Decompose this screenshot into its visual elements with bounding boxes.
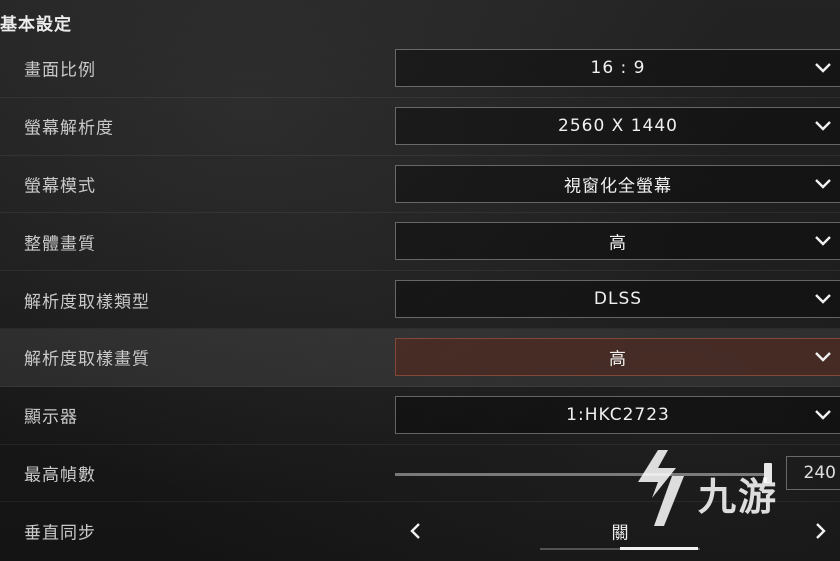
overall-quality-dropdown[interactable]: 高 [395, 222, 840, 261]
vsync-value: 關 [611, 523, 629, 544]
chevron-left-icon[interactable] [408, 522, 422, 540]
settings-list: 畫面比例 16 : 9 螢幕解析度 2560 X 1440 螢幕模式 視窗化全螢… [0, 40, 840, 560]
setting-label: 解析度取樣類型 [24, 292, 150, 313]
dropdown-value: 高 [609, 349, 627, 370]
dropdown-value: 2560 X 1440 [558, 115, 678, 136]
monitor-dropdown[interactable]: 1:HKC2723 [395, 395, 840, 434]
setting-label: 最高幀數 [24, 465, 96, 486]
chevron-right-icon[interactable] [814, 522, 828, 540]
setting-label: 顯示器 [24, 407, 78, 428]
setting-label: 垂直同步 [24, 523, 96, 544]
setting-row-display-mode: 螢幕模式 視窗化全螢幕 [0, 156, 840, 214]
chevron-down-icon [815, 236, 831, 247]
setting-row-resolution: 螢幕解析度 2560 X 1440 [0, 98, 840, 156]
setting-label: 螢幕解析度 [24, 118, 114, 139]
chevron-down-icon [815, 294, 831, 304]
setting-row-vsync: 垂直同步 關 [0, 502, 840, 560]
dropdown-value: 16 : 9 [590, 58, 646, 78]
chevron-down-icon [815, 409, 831, 420]
setting-row-aspect-ratio: 畫面比例 16 : 9 [0, 40, 840, 98]
max-fps-slider-handle[interactable] [764, 462, 772, 483]
chevron-down-icon [815, 352, 831, 362]
upscaling-quality-dropdown[interactable]: 高 [395, 337, 840, 376]
setting-label: 解析度取樣畫質 [24, 349, 150, 370]
resolution-dropdown[interactable]: 2560 X 1440 [395, 106, 840, 145]
aspect-ratio-dropdown[interactable]: 16 : 9 [395, 49, 840, 87]
setting-label: 畫面比例 [24, 60, 96, 81]
setting-row-monitor: 顯示器 1:HKC2723 [0, 387, 840, 445]
setting-label: 整體畫質 [24, 234, 96, 255]
chevron-down-icon [815, 63, 831, 73]
display-mode-dropdown[interactable]: 視窗化全螢幕 [395, 164, 840, 203]
dropdown-value: 高 [609, 233, 627, 254]
max-fps-slider-track[interactable] [395, 472, 770, 476]
chevron-down-icon [815, 120, 831, 131]
dropdown-value: DLSS [593, 289, 643, 310]
setting-row-upscaling-type: 解析度取樣類型 DLSS [0, 271, 840, 329]
section-title: 基本設定 [0, 15, 72, 35]
setting-row-overall-quality: 整體畫質 高 [0, 213, 840, 272]
setting-label: 螢幕模式 [24, 176, 96, 197]
dropdown-value: 視窗化全螢幕 [564, 176, 672, 197]
setting-row-max-fps: 最高幀數 240 [0, 445, 840, 503]
dropdown-value: 1:HKC2723 [566, 404, 670, 425]
max-fps-value-input[interactable]: 240 [786, 455, 840, 490]
setting-row-upscaling-quality: 解析度取樣畫質 高 [0, 328, 840, 387]
upscaling-type-dropdown[interactable]: DLSS [395, 280, 840, 319]
vsync-option-indicator [620, 547, 698, 551]
chevron-down-icon [815, 178, 831, 189]
